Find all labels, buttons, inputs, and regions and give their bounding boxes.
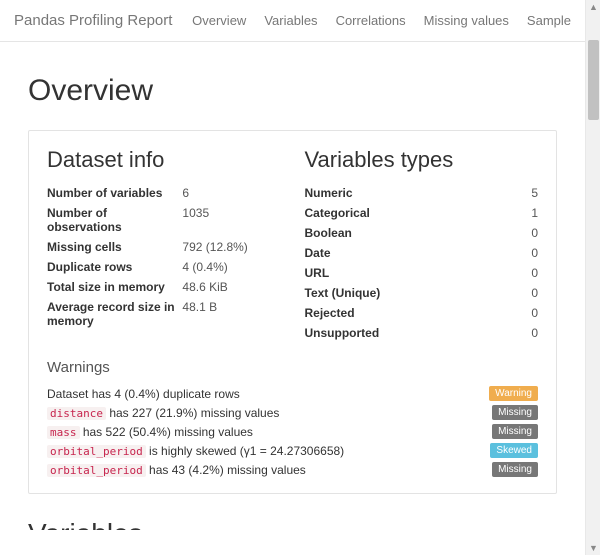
warning-item: orbital_period is highly skewed (γ1 = 24… [47, 441, 538, 460]
warnings-list: Dataset has 4 (0.4%) duplicate rowsWarni… [47, 384, 538, 479]
table-row: Number of variables6 [47, 183, 281, 203]
variable-types-table: Numeric5Categorical1Boolean0Date0URL0Tex… [305, 183, 539, 343]
dataset-info-section: Dataset info Number of variables6Number … [47, 147, 281, 343]
type-count: 5 [440, 183, 538, 203]
stat-value: 48.6 KiB [182, 277, 280, 297]
table-row: Average record size in memory48.1 B [47, 297, 281, 331]
variable-code: orbital_period [47, 445, 146, 458]
dataset-info-table: Number of variables6Number of observatio… [47, 183, 281, 331]
warning-message: orbital_period has 43 (4.2%) missing val… [47, 463, 492, 477]
nav-link-sample[interactable]: Sample [527, 13, 571, 28]
scroll-up-icon[interactable]: ▲ [588, 0, 599, 14]
warning-message: orbital_period is highly skewed (γ1 = 24… [47, 444, 490, 458]
warning-badge: Skewed [490, 443, 538, 458]
type-count: 0 [440, 223, 538, 243]
next-section-peek: Variables [28, 518, 557, 530]
table-row: Rejected0 [305, 303, 539, 323]
type-count: 0 [440, 263, 538, 283]
variable-code: mass [47, 426, 80, 439]
type-count: 1 [440, 203, 538, 223]
variable-types-section: Variables types Numeric5Categorical1Bool… [305, 147, 539, 343]
table-row: Text (Unique)0 [305, 283, 539, 303]
type-count: 0 [440, 303, 538, 323]
type-label: Text (Unique) [305, 283, 440, 303]
nav-link-correlations[interactable]: Correlations [336, 13, 406, 28]
warning-message: Dataset has 4 (0.4%) duplicate rows [47, 387, 489, 401]
brand-title: Pandas Profiling Report [14, 12, 172, 29]
stat-label: Total size in memory [47, 277, 182, 297]
table-row: Boolean0 [305, 223, 539, 243]
type-label: Unsupported [305, 323, 440, 343]
stat-label: Number of variables [47, 183, 182, 203]
table-row: Duplicate rows4 (0.4%) [47, 257, 281, 277]
table-row: URL0 [305, 263, 539, 283]
table-row: Unsupported0 [305, 323, 539, 343]
scroll-down-icon[interactable]: ▼ [588, 541, 599, 555]
warning-message: distance has 227 (21.9%) missing values [47, 406, 492, 420]
stat-value: 48.1 B [182, 297, 280, 331]
warning-item: mass has 522 (50.4%) missing valuesMissi… [47, 422, 538, 441]
type-label: Boolean [305, 223, 440, 243]
stat-value: 4 (0.4%) [182, 257, 280, 277]
top-navbar: Pandas Profiling Report Overview Variabl… [0, 0, 585, 42]
scrollbar-thumb[interactable] [588, 40, 599, 120]
stat-value: 6 [182, 183, 280, 203]
type-count: 0 [440, 323, 538, 343]
stat-label: Duplicate rows [47, 257, 182, 277]
nav-link-missing[interactable]: Missing values [424, 13, 509, 28]
table-row: Numeric5 [305, 183, 539, 203]
warnings-heading: Warnings [47, 359, 538, 376]
table-row: Missing cells792 (12.8%) [47, 237, 281, 257]
type-label: URL [305, 263, 440, 283]
warning-item: distance has 227 (21.9%) missing valuesM… [47, 403, 538, 422]
type-label: Date [305, 243, 440, 263]
warning-badge: Missing [492, 424, 538, 439]
nav-link-variables[interactable]: Variables [264, 13, 317, 28]
warning-badge: Missing [492, 405, 538, 420]
type-label: Categorical [305, 203, 440, 223]
stat-label: Missing cells [47, 237, 182, 257]
stat-value: 1035 [182, 203, 280, 237]
page-title: Overview [28, 74, 557, 108]
warning-badge: Warning [489, 386, 538, 401]
vertical-scrollbar[interactable]: ▲ ▼ [585, 0, 600, 555]
warning-item: Dataset has 4 (0.4%) duplicate rowsWarni… [47, 384, 538, 403]
stat-value: 792 (12.8%) [182, 237, 280, 257]
table-row: Date0 [305, 243, 539, 263]
warning-badge: Missing [492, 462, 538, 477]
stat-label: Number of observations [47, 203, 182, 237]
overview-panel: Dataset info Number of variables6Number … [28, 130, 557, 494]
table-row: Total size in memory48.6 KiB [47, 277, 281, 297]
type-count: 0 [440, 283, 538, 303]
nav-link-overview[interactable]: Overview [192, 13, 246, 28]
table-row: Number of observations1035 [47, 203, 281, 237]
dataset-info-heading: Dataset info [47, 147, 281, 173]
variable-code: distance [47, 407, 106, 420]
variable-code: orbital_period [47, 464, 146, 477]
type-label: Rejected [305, 303, 440, 323]
stat-label: Average record size in memory [47, 297, 182, 331]
warning-item: orbital_period has 43 (4.2%) missing val… [47, 460, 538, 479]
warning-message: mass has 522 (50.4%) missing values [47, 425, 492, 439]
type-label: Numeric [305, 183, 440, 203]
table-row: Categorical1 [305, 203, 539, 223]
type-count: 0 [440, 243, 538, 263]
variable-types-heading: Variables types [305, 147, 539, 173]
